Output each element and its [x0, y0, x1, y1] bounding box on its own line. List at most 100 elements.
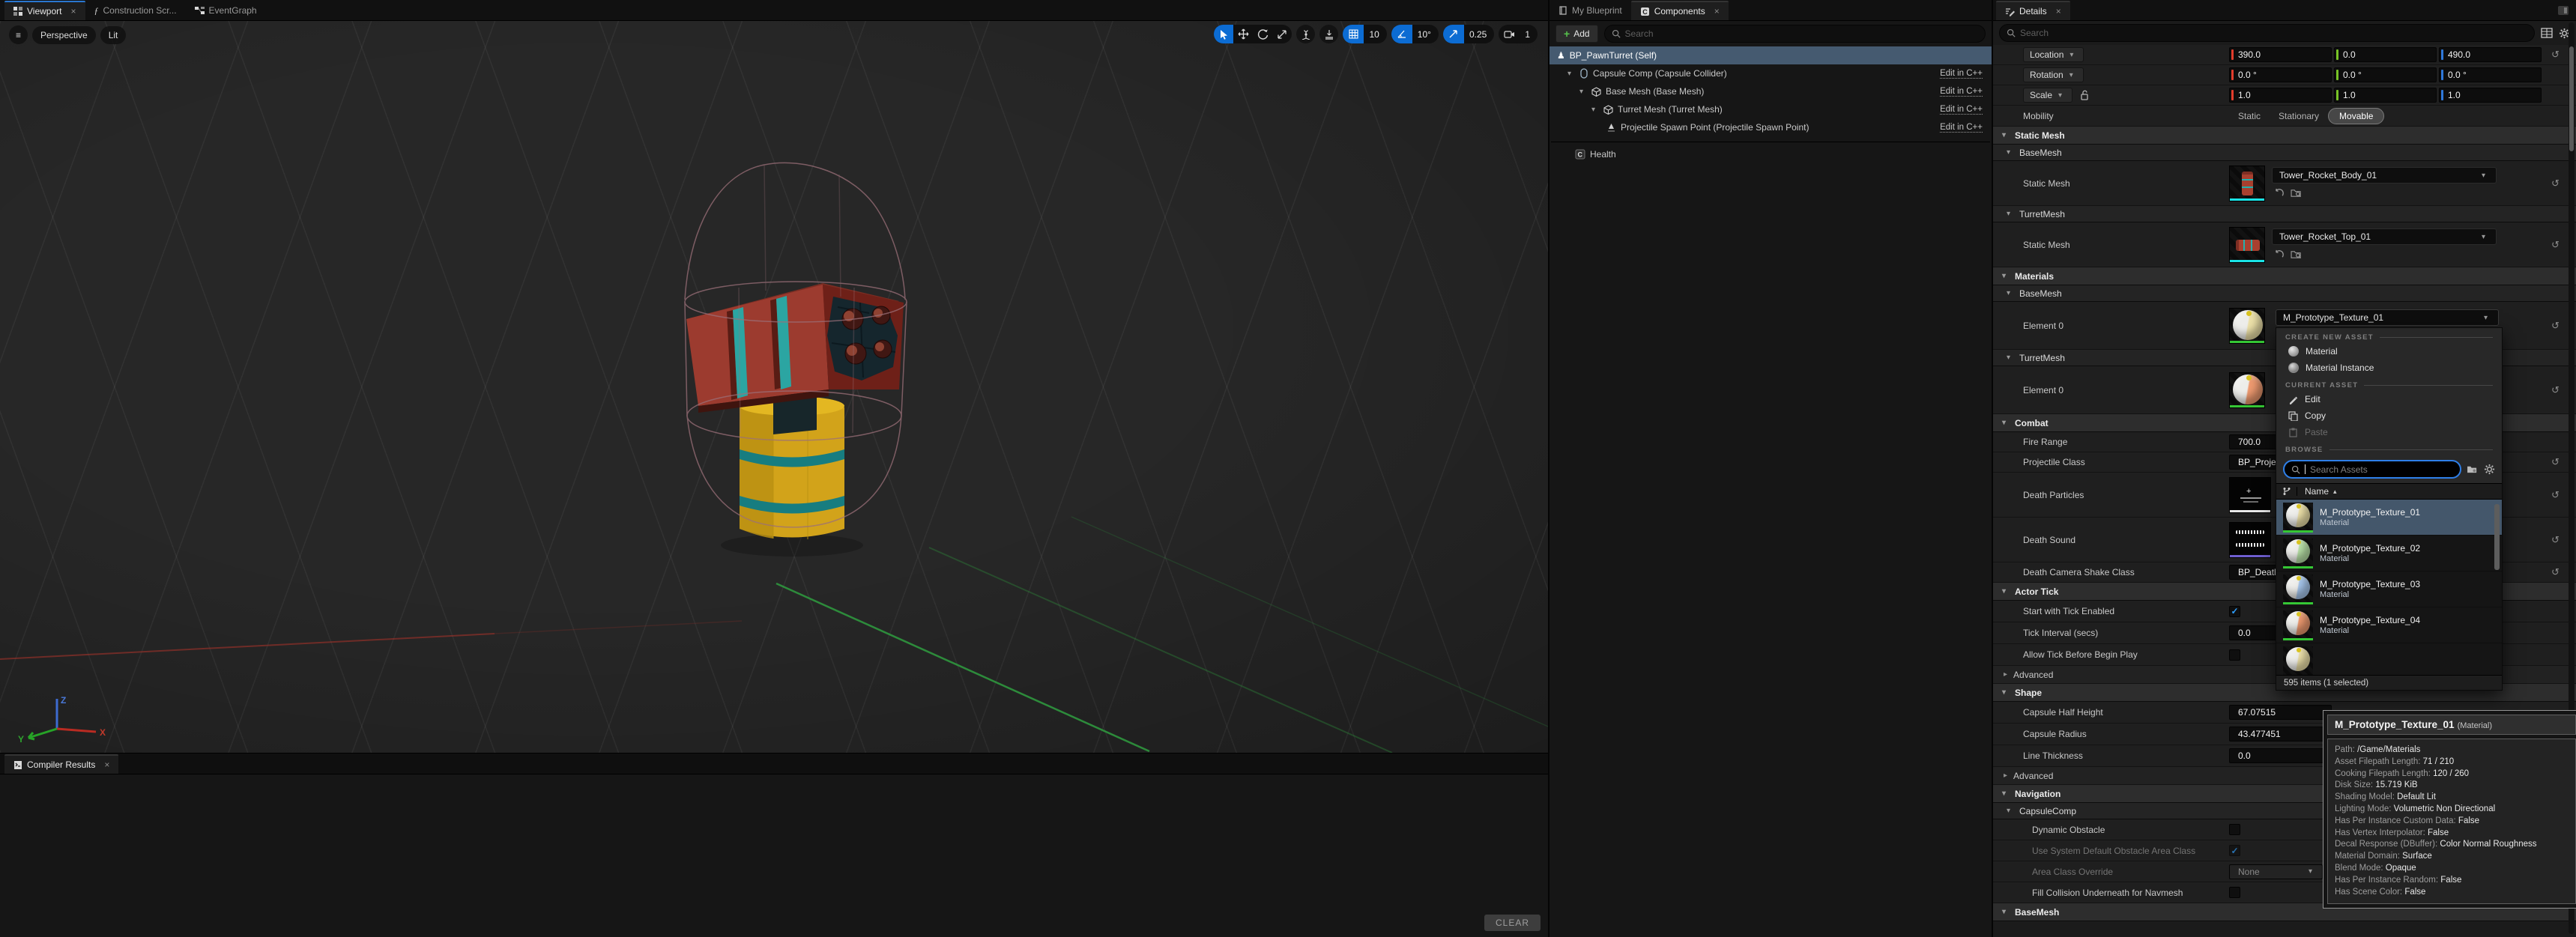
- capsule-radius-field[interactable]: 43.477451: [2229, 727, 2332, 742]
- reset-icon[interactable]: [2551, 534, 2560, 546]
- close-icon[interactable]: [70, 6, 76, 16]
- scale-selector[interactable]: Scale: [2023, 88, 2072, 103]
- mobility-movable-button[interactable]: Movable: [2328, 108, 2384, 124]
- tree-item-capsule-comp[interactable]: Capsule Comp (Capsule Collider) Edit in …: [1549, 64, 1992, 82]
- tree-item-health[interactable]: C Health: [1549, 145, 1992, 163]
- rotation-selector[interactable]: Rotation: [2023, 67, 2084, 82]
- gear-icon[interactable]: [2484, 464, 2495, 475]
- use-selected-asset-icon[interactable]: [2273, 249, 2284, 259]
- menu-item-paste[interactable]: Paste: [2276, 424, 2502, 440]
- components-search-input[interactable]: Search: [1604, 25, 1986, 43]
- start-tick-checkbox[interactable]: [2229, 606, 2240, 617]
- name-column-header[interactable]: Name: [2305, 486, 2329, 497]
- use-selected-asset-icon[interactable]: [2273, 188, 2284, 198]
- chevron-down-icon[interactable]: [1591, 106, 1599, 114]
- sound-thumbnail[interactable]: [2229, 522, 2271, 558]
- tab-compiler-results[interactable]: Compiler Results: [4, 754, 118, 774]
- tab-details[interactable]: Details: [1996, 1, 2070, 20]
- asset-list-header[interactable]: Name ▴: [2276, 483, 2502, 500]
- section-static-mesh[interactable]: Static Mesh: [1993, 127, 2576, 145]
- browse-to-asset-icon[interactable]: [2291, 188, 2303, 198]
- select-tool-button[interactable]: [1214, 25, 1233, 43]
- edit-in-cpp-link[interactable]: Edit in C++: [1940, 87, 1983, 97]
- rotation-snap-control[interactable]: 10°: [1391, 25, 1439, 43]
- material-thumbnail[interactable]: [2229, 308, 2265, 344]
- close-icon[interactable]: [1714, 6, 1720, 16]
- surface-snapping-button[interactable]: [1319, 25, 1338, 43]
- close-icon[interactable]: [2056, 6, 2061, 16]
- camera-speed-control[interactable]: 1: [1499, 25, 1538, 43]
- browse-to-asset-icon[interactable]: [2291, 249, 2303, 259]
- line-thickness-field[interactable]: 0.0: [2229, 748, 2332, 763]
- scale-snap-control[interactable]: 0.25: [1443, 25, 1494, 43]
- hierarchy-icon[interactable]: [2276, 487, 2297, 496]
- tree-item-turret-mesh[interactable]: Turret Mesh (Turret Mesh) Edit in C++: [1549, 100, 1992, 118]
- static-mesh-dropdown[interactable]: Tower_Rocket_Top_01: [2272, 228, 2497, 245]
- scale-y-field[interactable]: 1.0: [2334, 88, 2437, 103]
- reset-icon[interactable]: [2551, 320, 2560, 332]
- reset-icon[interactable]: [2551, 178, 2560, 189]
- rotation-y-field[interactable]: 0.0 °: [2334, 67, 2437, 82]
- area-class-dropdown[interactable]: None: [2229, 864, 2323, 879]
- menu-item-copy[interactable]: Copy: [2276, 407, 2502, 424]
- reset-icon[interactable]: [2551, 49, 2560, 61]
- section-materials[interactable]: Materials: [1993, 267, 2576, 285]
- scale-z-field[interactable]: 1.0: [2439, 88, 2542, 103]
- reset-icon[interactable]: [2551, 566, 2560, 578]
- menu-item-edit[interactable]: Edit: [2276, 391, 2502, 407]
- world-coordinate-button[interactable]: [1296, 25, 1315, 43]
- viewport-3d[interactable]: ≡ Perspective Lit: [0, 21, 1548, 753]
- move-tool-button[interactable]: [1233, 25, 1253, 43]
- chevron-down-icon[interactable]: [1567, 70, 1575, 78]
- particles-thumbnail[interactable]: +: [2229, 477, 2271, 513]
- lit-mode-button[interactable]: Lit: [100, 26, 127, 44]
- edit-in-cpp-link[interactable]: Edit in C++: [1940, 105, 1983, 115]
- reset-icon[interactable]: [2551, 239, 2560, 251]
- asset-list-scrollbar[interactable]: [2494, 504, 2500, 570]
- reset-icon[interactable]: [2551, 456, 2560, 468]
- location-selector[interactable]: Location: [2023, 47, 2084, 62]
- material-dropdown-open[interactable]: M_Prototype_Texture_01: [2276, 309, 2499, 326]
- scale-tool-button[interactable]: [1272, 25, 1292, 43]
- use-default-area-checkbox[interactable]: [2229, 845, 2240, 856]
- dynamic-obstacle-checkbox[interactable]: [2229, 824, 2240, 835]
- edit-in-cpp-link[interactable]: Edit in C++: [1940, 69, 1983, 79]
- rotation-z-field[interactable]: 0.0 °: [2439, 67, 2542, 82]
- allow-tick-checkbox[interactable]: [2229, 649, 2240, 661]
- rotate-tool-button[interactable]: [1253, 25, 1272, 43]
- scale-x-field[interactable]: 1.0: [2229, 88, 2332, 103]
- asset-list-item[interactable]: M_Prototype_Texture_03Material: [2276, 571, 2502, 607]
- asset-search-input[interactable]: Search Assets: [2283, 460, 2461, 479]
- details-scrollbar-thumb[interactable]: [2569, 46, 2574, 151]
- subsection-basemesh-materials[interactable]: BaseMesh: [1993, 285, 2576, 302]
- grid-snap-control[interactable]: 10: [1343, 25, 1386, 43]
- tree-item-root[interactable]: ♟ BP_PawnTurret (Self): [1549, 46, 1992, 64]
- reset-icon[interactable]: [2551, 489, 2560, 501]
- location-y-field[interactable]: 0.0: [2334, 47, 2437, 62]
- menu-item-material[interactable]: Material: [2276, 343, 2502, 360]
- location-z-field[interactable]: 490.0: [2439, 47, 2542, 62]
- perspective-button[interactable]: Perspective: [32, 26, 96, 44]
- clear-button[interactable]: CLEAR: [1484, 915, 1541, 931]
- fill-collision-checkbox[interactable]: [2229, 887, 2240, 898]
- location-x-field[interactable]: 390.0: [2229, 47, 2332, 62]
- chevron-down-icon[interactable]: [1579, 88, 1587, 96]
- mobility-stationary-button[interactable]: Stationary: [2270, 109, 2328, 124]
- add-component-button[interactable]: + Add: [1555, 25, 1598, 43]
- tab-eventgraph[interactable]: EventGraph: [186, 1, 266, 20]
- display-filter-icon[interactable]: [2541, 28, 2553, 38]
- mesh-thumbnail-rocket-body[interactable]: [2229, 166, 2265, 201]
- subsection-basemesh[interactable]: BaseMesh: [1993, 145, 2576, 161]
- mobility-static-button[interactable]: Static: [2229, 109, 2270, 124]
- asset-list-item[interactable]: M_Prototype_Texture_02Material: [2276, 536, 2502, 571]
- viewport-options-button[interactable]: ≡: [9, 25, 28, 44]
- tab-my-blueprint[interactable]: My Blueprint: [1549, 1, 1631, 20]
- edit-in-cpp-link[interactable]: Edit in C++: [1940, 123, 1983, 133]
- asset-list-item-partial[interactable]: [2276, 643, 2502, 675]
- tree-item-base-mesh[interactable]: Base Mesh (Base Mesh) Edit in C++: [1549, 82, 1992, 100]
- material-thumbnail[interactable]: [2229, 372, 2265, 408]
- menu-item-material-instance[interactable]: Material Instance: [2276, 360, 2502, 376]
- details-search-input[interactable]: Search: [1999, 24, 2535, 42]
- dock-sidebar-icon[interactable]: [2558, 6, 2569, 15]
- rotation-x-field[interactable]: 0.0 °: [2229, 67, 2332, 82]
